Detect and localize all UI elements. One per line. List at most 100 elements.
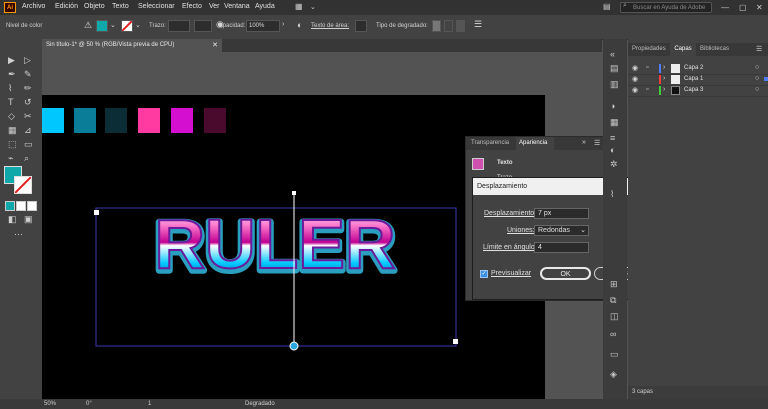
- none-mode-icon[interactable]: [27, 201, 37, 211]
- arrange-icon[interactable]: ▤: [603, 2, 611, 11]
- collapse-icon[interactable]: »: [582, 139, 586, 146]
- pen-tool-icon[interactable]: ✒: [8, 69, 16, 80]
- tab-propiedades[interactable]: Propiedades: [632, 46, 666, 52]
- opacity-field[interactable]: 100%: [246, 20, 280, 32]
- width-tool-icon[interactable]: ⊿: [24, 125, 32, 136]
- linear-gradient-button[interactable]: [432, 20, 441, 32]
- stroke-color-swatch[interactable]: [14, 176, 32, 194]
- tab-bibliotecas[interactable]: Bibliotecas: [700, 46, 729, 52]
- opacity-label[interactable]: Opacidad:: [218, 23, 245, 29]
- stroke-panel-icon[interactable]: ≡: [610, 133, 615, 143]
- ruler-artwork[interactable]: RULER RULER: [90, 188, 470, 353]
- zoom-level[interactable]: 50%: [44, 401, 56, 407]
- preview-label[interactable]: Previsualizar: [491, 270, 531, 277]
- menu-ventana[interactable]: Ventana: [224, 3, 250, 10]
- links-icon[interactable]: ∞: [610, 329, 616, 339]
- swatch-teal[interactable]: [74, 108, 96, 133]
- chevron-right-icon[interactable]: ›: [663, 64, 665, 71]
- target-icon[interactable]: ○: [755, 75, 759, 82]
- menu-ver[interactable]: Ver: [209, 3, 220, 10]
- curvature-tool-icon[interactable]: ✎: [24, 69, 32, 80]
- radial-gradient-button[interactable]: [444, 20, 453, 32]
- swatches-icon[interactable]: ▦: [610, 117, 619, 128]
- appearance-icon[interactable]: ◐: [610, 145, 615, 155]
- offset-input[interactable]: 7 px: [534, 208, 589, 219]
- shape-builder-icon[interactable]: ⬚: [8, 139, 17, 150]
- panel-menu-icon[interactable]: ☰: [756, 45, 762, 53]
- menu-icon[interactable]: ☰: [474, 19, 482, 30]
- visibility-icon[interactable]: ◉: [632, 64, 638, 72]
- freeform-gradient-button[interactable]: [456, 20, 465, 32]
- swatch-cyan[interactable]: [42, 108, 64, 133]
- menu-texto[interactable]: Texto: [112, 3, 129, 10]
- rotation-value[interactable]: 0°: [86, 401, 92, 407]
- visibility-icon[interactable]: ◉: [632, 75, 638, 83]
- close-icon[interactable]: ✕: [756, 3, 763, 12]
- layer-name[interactable]: Capa 1: [684, 76, 703, 82]
- target-icon[interactable]: ○: [755, 86, 759, 93]
- chevron-down-icon[interactable]: ⌄: [110, 21, 116, 29]
- swatch-magenta[interactable]: [171, 108, 193, 133]
- target-icon[interactable]: ○: [755, 64, 759, 71]
- workspace-icon[interactable]: ▦: [295, 2, 303, 11]
- color-mode-icon[interactable]: [5, 201, 15, 211]
- search-input[interactable]: Buscar en Ayuda de Adobe: [620, 2, 712, 13]
- pencil-tool-icon[interactable]: ✏: [24, 83, 32, 94]
- rotate-tool-icon[interactable]: ↺: [24, 97, 32, 108]
- align-icon[interactable]: ⊞: [610, 279, 618, 290]
- pathfinder-icon[interactable]: ⧉: [610, 295, 616, 306]
- ok-button[interactable]: OK: [540, 267, 591, 280]
- menu-archivo[interactable]: Archivo: [22, 3, 45, 10]
- screen-mode-icon[interactable]: ▣: [24, 214, 33, 225]
- chevron-right-icon[interactable]: ›: [663, 86, 665, 93]
- stroke-swatch[interactable]: [121, 20, 133, 32]
- stroke-weight-field[interactable]: [168, 20, 190, 32]
- layer-row[interactable]: ◉ ▫ › Capa 3 ○: [628, 85, 768, 97]
- selection-tool-icon[interactable]: ▶: [8, 55, 15, 66]
- assets-icon[interactable]: ◈: [610, 369, 617, 380]
- scissors-tool-icon[interactable]: ✂: [24, 111, 32, 122]
- preview-checkbox[interactable]: ✓: [480, 270, 488, 278]
- collapse-dock-icon[interactable]: «: [610, 49, 615, 59]
- lock-icon[interactable]: ▫: [646, 86, 648, 93]
- miter-limit-input[interactable]: 4: [534, 242, 589, 253]
- menu-seleccionar[interactable]: Seleccionar: [138, 3, 175, 10]
- close-tab-icon[interactable]: ✕: [212, 39, 218, 52]
- maximize-icon[interactable]: ▢: [739, 3, 747, 12]
- draw-mode-icon[interactable]: ◧: [8, 214, 17, 225]
- fill-swatch[interactable]: [96, 20, 108, 32]
- libraries-icon[interactable]: ▥: [610, 79, 619, 90]
- visibility-icon[interactable]: ◉: [632, 86, 638, 94]
- text-area-label[interactable]: Texto de área:: [311, 23, 349, 29]
- layer-name[interactable]: Capa 2: [684, 65, 703, 71]
- chevron-right-icon[interactable]: ›: [663, 75, 665, 82]
- gradient-tool-icon[interactable]: ▦: [8, 125, 17, 136]
- tab-apariencia[interactable]: Apariencia: [516, 137, 554, 150]
- page-number[interactable]: 1: [148, 401, 151, 407]
- document-tab[interactable]: Sin título-1* @ 50 % (RGB/Vista previa d…: [42, 39, 222, 52]
- artboards-icon[interactable]: ▭: [610, 349, 619, 360]
- brush-tool-icon[interactable]: ⌇: [8, 83, 12, 94]
- tab-capas[interactable]: Capas: [670, 43, 696, 56]
- menu-objeto[interactable]: Objeto: [84, 3, 105, 10]
- eyedropper-icon[interactable]: ⌁: [8, 153, 13, 164]
- brushes-icon[interactable]: ⌇: [610, 189, 614, 200]
- swatch-dark-teal[interactable]: [105, 108, 127, 133]
- edit-toolbar-icon[interactable]: ⋯: [14, 229, 23, 240]
- type-tool-icon[interactable]: T: [8, 97, 14, 107]
- swatch-pink[interactable]: [138, 108, 160, 133]
- layer-name[interactable]: Capa 3: [684, 87, 703, 93]
- chevron-right-icon[interactable]: ›: [282, 21, 284, 28]
- text-area-box[interactable]: [355, 20, 367, 32]
- chevron-down-icon[interactable]: ⌄: [135, 21, 141, 29]
- panel-menu-icon[interactable]: ☰: [594, 139, 600, 147]
- color-panel-icon[interactable]: ◑: [610, 101, 615, 111]
- style-icon[interactable]: ◐: [297, 20, 302, 30]
- brush-field[interactable]: [194, 20, 212, 32]
- menu-efecto[interactable]: Efecto: [182, 3, 202, 10]
- eraser-tool-icon[interactable]: ◇: [8, 111, 15, 122]
- gradient-mode-icon[interactable]: [16, 201, 26, 211]
- tab-transparencia[interactable]: Transparencia: [471, 140, 509, 146]
- joins-select[interactable]: Redondas ⌄: [534, 225, 589, 236]
- menu-ayuda[interactable]: Ayuda: [255, 3, 275, 10]
